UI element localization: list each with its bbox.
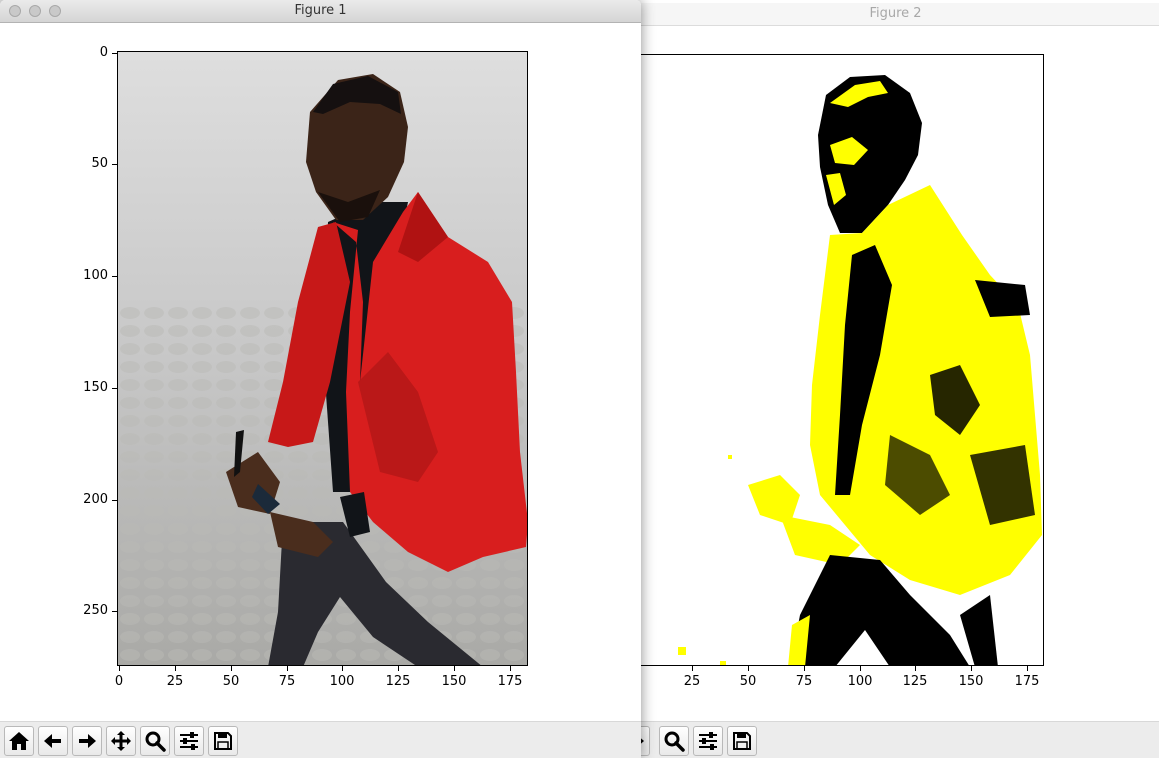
- pan-move-icon: [111, 731, 131, 751]
- y-tick-mark: [112, 500, 117, 501]
- save-floppy-icon: [214, 732, 232, 750]
- x-tick-mark: [860, 666, 861, 671]
- window-title: Figure 1: [294, 3, 347, 18]
- close-button[interactable]: [9, 5, 21, 17]
- forward-arrow-icon: [79, 734, 96, 748]
- configure-subplots-icon: [699, 732, 717, 750]
- x-tick-mark: [342, 666, 343, 671]
- y-tick-mark: [112, 611, 117, 612]
- configure-subplots-icon: [180, 732, 198, 750]
- y-tick-mark: [112, 276, 117, 277]
- x-tick-label: 100: [329, 674, 355, 689]
- x-tick-mark: [971, 666, 972, 671]
- x-tick-label: 75: [795, 674, 813, 689]
- x-tick-label: 150: [958, 674, 984, 689]
- configure-subplots-button[interactable]: [693, 726, 723, 756]
- figure-2-titlebar: Figure 2: [632, 3, 1159, 26]
- y-tick-label: 150: [83, 380, 108, 395]
- x-tick-mark: [231, 666, 232, 671]
- pan-button[interactable]: [106, 726, 136, 756]
- window-title: Figure 2: [869, 6, 922, 21]
- x-tick-label: 50: [222, 674, 240, 689]
- x-tick-label: 25: [683, 674, 701, 689]
- zoom-button[interactable]: [659, 726, 689, 756]
- x-tick-mark: [287, 666, 288, 671]
- zoom-button[interactable]: [140, 726, 170, 756]
- x-tick-label: 75: [278, 674, 296, 689]
- home-icon: [9, 732, 29, 750]
- figure-1-toolbar: [0, 721, 641, 758]
- y-tick-label: 50: [91, 156, 108, 171]
- x-tick-label: 175: [1014, 674, 1040, 689]
- figure-2-window: Figure 2 25 50 75 100 125 150 175: [632, 0, 1159, 758]
- forward-button[interactable]: [72, 726, 102, 756]
- figure-1-titlebar: Figure 1: [0, 0, 641, 23]
- y-tick-label: 0: [99, 45, 108, 60]
- photo-man-red-jacket: [118, 52, 527, 665]
- x-tick-label: 150: [441, 674, 467, 689]
- x-tick-label: 100: [847, 674, 873, 689]
- x-tick-label: 25: [166, 674, 184, 689]
- y-tick-mark: [112, 53, 117, 54]
- figure-1-axes: [117, 51, 528, 666]
- x-tick-mark: [119, 666, 120, 671]
- figure-1-window: Figure 1 0 50 100 150 200 250 0 25 50 75…: [0, 0, 641, 758]
- x-tick-mark: [398, 666, 399, 671]
- minimize-button[interactable]: [29, 5, 41, 17]
- figure-2-toolbar: [632, 721, 1159, 758]
- x-tick-mark: [692, 666, 693, 671]
- save-floppy-icon: [733, 732, 751, 750]
- x-tick-mark: [1027, 666, 1028, 671]
- window-controls: [9, 5, 61, 17]
- y-tick-label: 100: [83, 268, 108, 283]
- zoom-magnifier-icon: [145, 731, 166, 752]
- save-button[interactable]: [727, 726, 757, 756]
- y-tick-label: 200: [83, 492, 108, 507]
- save-button[interactable]: [208, 726, 238, 756]
- x-tick-label: 125: [902, 674, 928, 689]
- x-tick-label: 125: [385, 674, 411, 689]
- x-tick-mark: [454, 666, 455, 671]
- back-button[interactable]: [38, 726, 68, 756]
- x-tick-mark: [804, 666, 805, 671]
- x-tick-mark: [175, 666, 176, 671]
- y-tick-mark: [112, 388, 117, 389]
- configure-subplots-button[interactable]: [174, 726, 204, 756]
- back-arrow-icon: [44, 734, 61, 748]
- figure-2-axes: [632, 54, 1044, 666]
- x-tick-mark: [915, 666, 916, 671]
- binary-threshold-image: [632, 55, 1043, 665]
- x-tick-mark: [510, 666, 511, 671]
- x-tick-mark: [748, 666, 749, 671]
- x-tick-label: 175: [497, 674, 523, 689]
- y-tick-mark: [112, 164, 117, 165]
- home-button[interactable]: [4, 726, 34, 756]
- x-tick-label: 50: [739, 674, 757, 689]
- zoom-window-button[interactable]: [49, 5, 61, 17]
- y-tick-label: 250: [83, 603, 108, 618]
- x-tick-label: 0: [114, 674, 124, 689]
- zoom-magnifier-icon: [664, 731, 685, 752]
